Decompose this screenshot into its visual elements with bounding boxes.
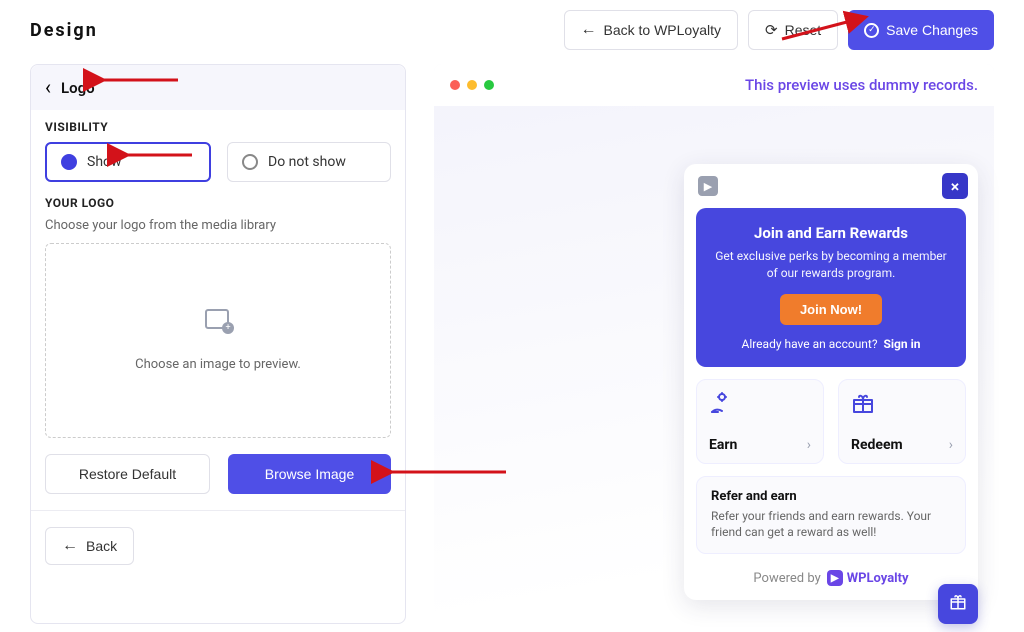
- rewards-widget: ▶ × Join and Earn Rewards Get exclusive …: [684, 164, 978, 600]
- your-logo-desc: Choose your logo from the media library: [45, 218, 391, 233]
- arrow-left-icon: [62, 537, 78, 555]
- window-dot-green-icon: [484, 80, 494, 90]
- radio-icon: [61, 154, 77, 170]
- visibility-option-hide[interactable]: Do not show: [227, 142, 391, 182]
- join-card: Join and Earn Rewards Get exclusive perk…: [696, 208, 966, 367]
- brand-mark-icon: ▶: [827, 570, 843, 586]
- redeem-tile[interactable]: Redeem ›: [838, 379, 966, 464]
- widget-close-button[interactable]: ×: [942, 173, 968, 199]
- browse-image-label: Browse Image: [265, 466, 354, 482]
- window-dot-yellow-icon: [467, 80, 477, 90]
- earn-icon: [709, 392, 811, 419]
- visibility-hide-label: Do not show: [268, 154, 346, 170]
- chevron-right-icon: ›: [807, 437, 811, 453]
- reset-label: Reset: [785, 22, 822, 38]
- reset-button[interactable]: Reset: [748, 10, 838, 50]
- window-dot-red-icon: [450, 80, 460, 90]
- header-actions: Back to WPLoyalty Reset Save Changes: [564, 10, 995, 50]
- page-title: Design: [30, 20, 98, 41]
- panel-title: Logo: [61, 79, 95, 97]
- visibility-label: VISIBILITY: [45, 120, 391, 134]
- powered-prefix: Powered by: [753, 571, 820, 586]
- your-logo-label: YOUR LOGO: [45, 196, 391, 210]
- visibility-show-label: Show: [87, 154, 122, 170]
- join-title: Join and Earn Rewards: [710, 224, 952, 242]
- powered-by: Powered by ▶ WPLoyalty: [684, 554, 978, 600]
- reset-icon: [765, 21, 778, 39]
- check-circle-icon: [864, 23, 879, 38]
- refer-desc: Refer your friends and earn rewards. You…: [711, 508, 951, 542]
- restore-default-button[interactable]: Restore Default: [45, 454, 210, 494]
- save-changes-button[interactable]: Save Changes: [848, 10, 994, 50]
- logo-section: YOUR LOGO Choose your logo from the medi…: [31, 186, 405, 454]
- join-desc: Get exclusive perks by becoming a member…: [710, 248, 952, 282]
- widget-logo-icon: ▶: [698, 176, 718, 196]
- earn-label: Earn: [709, 437, 737, 453]
- powered-brand-label: WPLoyalty: [847, 571, 909, 586]
- signin-prompt: Already have an account?: [741, 337, 877, 351]
- chevron-left-icon: [45, 77, 51, 98]
- divider: [31, 510, 405, 511]
- join-now-button[interactable]: Join Now!: [780, 294, 882, 325]
- visibility-section: VISIBILITY Show Do not show: [31, 110, 405, 186]
- refer-title: Refer and earn: [711, 489, 951, 504]
- earn-tile[interactable]: Earn ›: [696, 379, 824, 464]
- image-placeholder-icon: +: [205, 309, 231, 331]
- rewards-launcher-button[interactable]: [938, 584, 978, 624]
- redeem-label: Redeem: [851, 437, 903, 453]
- restore-default-label: Restore Default: [79, 466, 176, 482]
- window-dots: [450, 80, 494, 90]
- dropzone-text: Choose an image to preview.: [135, 357, 301, 372]
- browse-image-button[interactable]: Browse Image: [228, 454, 391, 494]
- logo-dropzone[interactable]: + Choose an image to preview.: [45, 243, 391, 438]
- preview-titlebar: This preview uses dummy records.: [434, 64, 994, 106]
- back-to-wployalty-label: Back to WPLoyalty: [604, 22, 722, 38]
- visibility-option-show[interactable]: Show: [45, 142, 211, 182]
- back-to-wployalty-button[interactable]: Back to WPLoyalty: [564, 10, 739, 50]
- preview-note: This preview uses dummy records.: [745, 76, 978, 94]
- redeem-icon: [851, 392, 953, 419]
- signin-link[interactable]: Sign in: [883, 337, 920, 351]
- back-label: Back: [86, 538, 117, 554]
- powered-brand-link[interactable]: ▶ WPLoyalty: [827, 570, 909, 586]
- preview-panel: This preview uses dummy records. ▶ × Joi…: [434, 64, 994, 624]
- signin-row: Already have an account? Sign in: [710, 337, 952, 351]
- chevron-right-icon: ›: [949, 437, 953, 453]
- radio-icon: [242, 154, 258, 170]
- panel-breadcrumb[interactable]: Logo: [31, 65, 405, 110]
- arrow-left-icon: [581, 21, 597, 39]
- refer-card[interactable]: Refer and earn Refer your friends and ea…: [696, 476, 966, 555]
- save-changes-label: Save Changes: [886, 22, 978, 38]
- back-button[interactable]: Back: [45, 527, 134, 565]
- settings-panel: Logo VISIBILITY Show Do not show YOUR LO…: [30, 64, 406, 624]
- gift-icon: [949, 593, 967, 616]
